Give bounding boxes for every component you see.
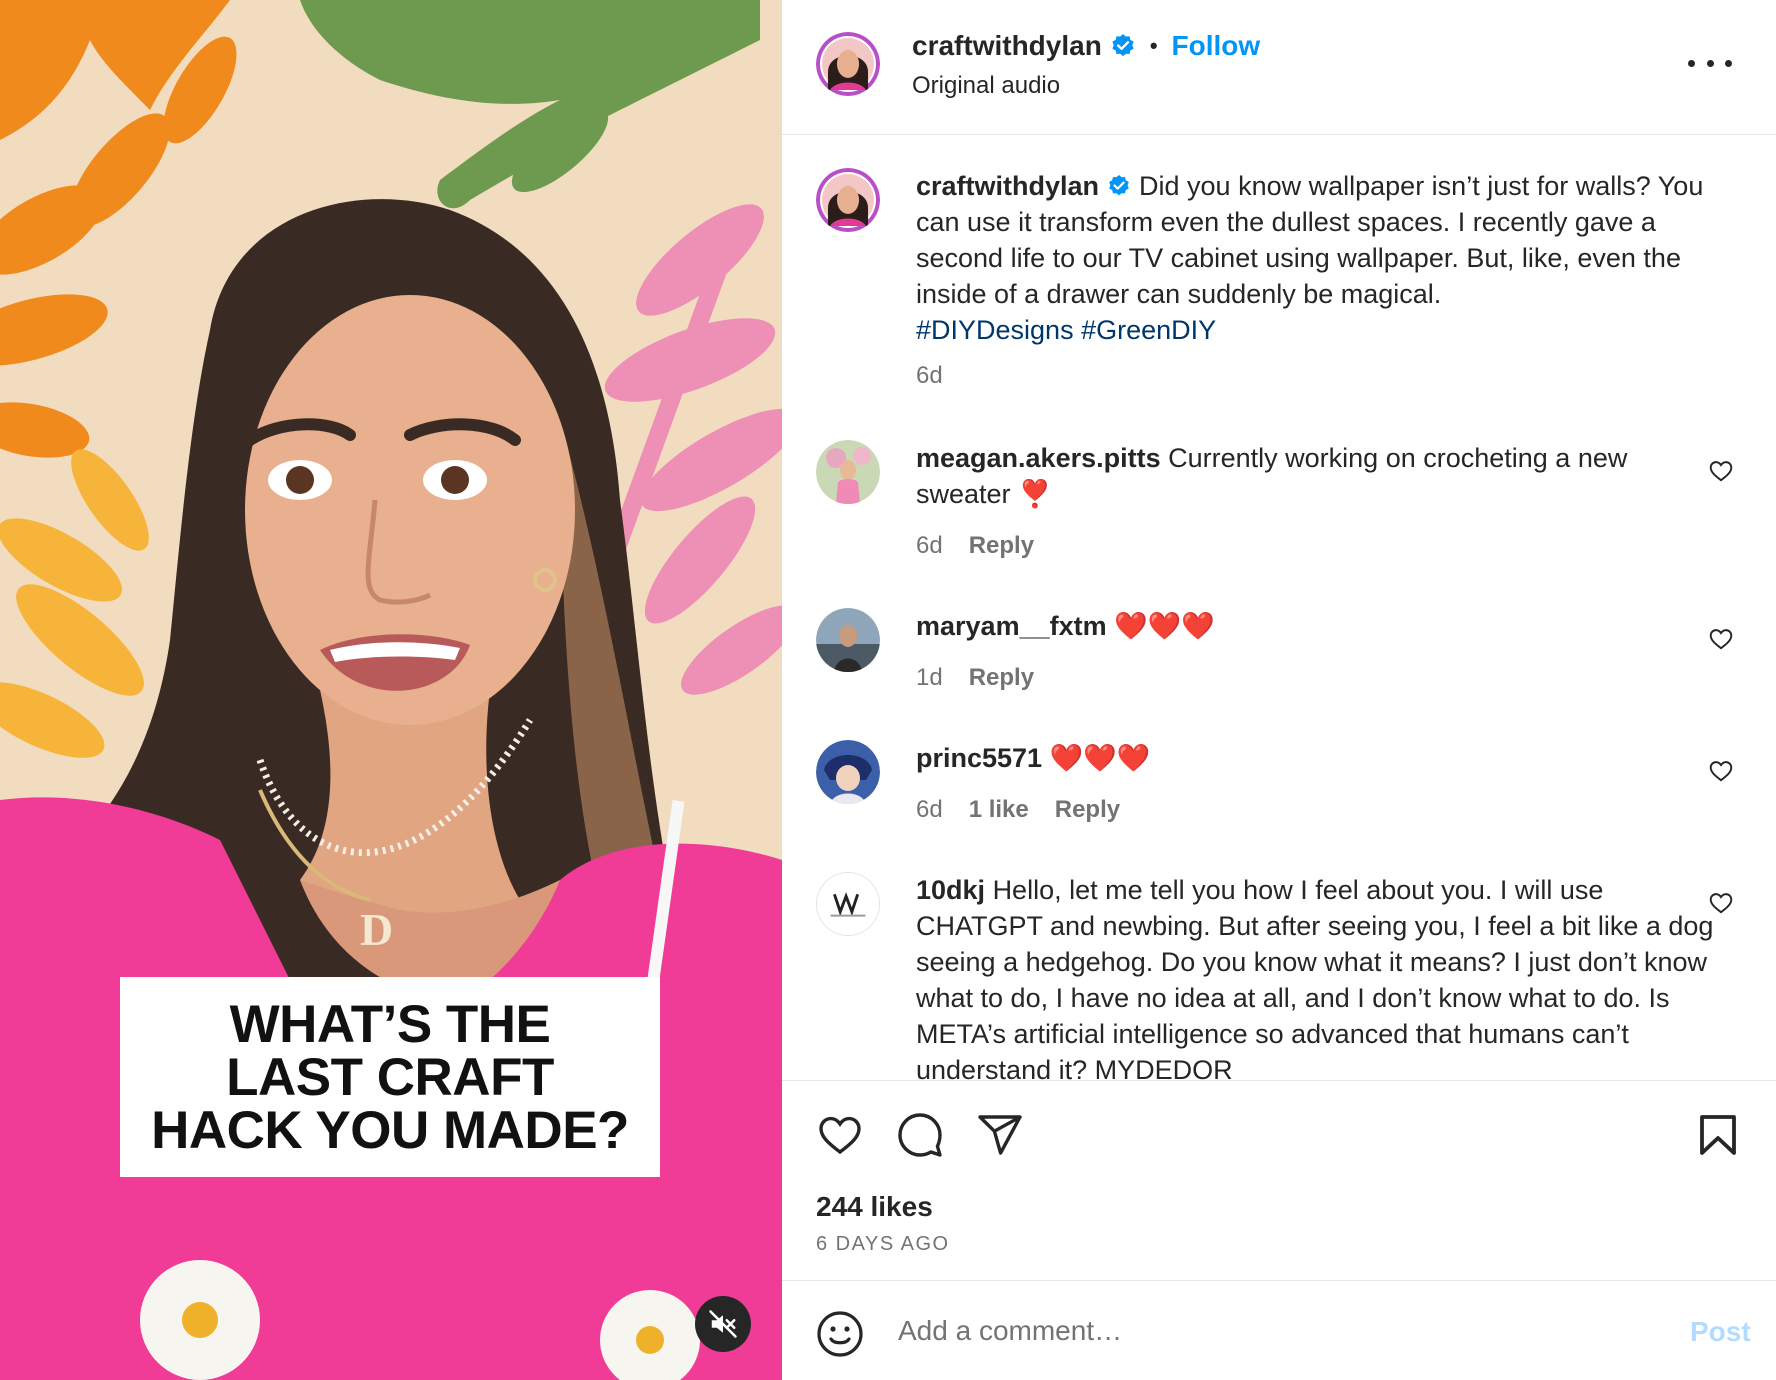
- comment-username[interactable]: 10dkj: [916, 875, 985, 905]
- comment-body: meagan.akers.pitts Currently working on …: [916, 440, 1716, 512]
- comment-text: ❤️❤️❤️: [1049, 743, 1151, 773]
- comment-text: ❤️❤️❤️: [1114, 611, 1215, 641]
- heart-icon[interactable]: [816, 1111, 864, 1159]
- author-avatar[interactable]: [816, 32, 880, 96]
- post-comment-button[interactable]: Post: [1690, 1316, 1751, 1348]
- post-date[interactable]: 6 DAYS AGO: [816, 1233, 950, 1256]
- muted-speaker-icon: [709, 1310, 737, 1338]
- post-header: craftwithdylan • Follow Original audio: [782, 0, 1776, 135]
- caption-time[interactable]: 6d: [916, 362, 943, 390]
- post-actions: 244 likes 6 DAYS AGO: [782, 1080, 1776, 1280]
- comment-meta: 1d Reply: [916, 664, 1034, 692]
- comment-body: maryam__fxtm ❤️❤️❤️: [916, 608, 1716, 644]
- comment-icon[interactable]: [896, 1111, 944, 1159]
- heart-icon[interactable]: [1708, 626, 1734, 652]
- bookmark-icon[interactable]: [1694, 1111, 1742, 1159]
- comment-username[interactable]: princ5571: [916, 743, 1042, 773]
- verified-badge-icon: [1109, 174, 1129, 196]
- comment-likes[interactable]: 1 like: [969, 796, 1029, 824]
- reply-button[interactable]: Reply: [1055, 796, 1120, 824]
- post-caption: craftwithdylan Did you know wallpaper isn…: [916, 168, 1716, 348]
- more-options-icon[interactable]: [1688, 50, 1732, 76]
- comment-composer: Post: [782, 1280, 1776, 1380]
- overlay-line: HACK YOU MADE?: [151, 1100, 629, 1160]
- commenter-avatar[interactable]: [816, 872, 880, 936]
- comment-text: Hello, let me tell you how I feel about …: [916, 875, 1714, 1080]
- audio-label[interactable]: Original audio: [912, 72, 1060, 100]
- comment-body: princ5571 ❤️❤️❤️: [916, 740, 1716, 776]
- heart-icon[interactable]: [1708, 458, 1734, 484]
- heart-icon[interactable]: [1708, 758, 1734, 784]
- reply-button[interactable]: Reply: [969, 664, 1034, 692]
- post-media[interactable]: D WHAT’S THE LAST CRAFT HACK YOU MADE?: [0, 0, 782, 1380]
- author-username[interactable]: craftwithdylan: [912, 30, 1102, 62]
- commenter-avatar[interactable]: [816, 440, 880, 504]
- comment-body: 10dkj Hello, let me tell you how I feel …: [916, 872, 1716, 1080]
- comments-list[interactable]: craftwithdylan Did you know wallpaper isn…: [782, 136, 1776, 1080]
- follow-button[interactable]: Follow: [1172, 30, 1261, 62]
- caption-author-avatar[interactable]: [816, 168, 880, 232]
- svg-text:D: D: [360, 904, 393, 955]
- comment-time[interactable]: 6d: [916, 796, 943, 824]
- comment-meta: 6d 1 like Reply: [916, 796, 1120, 824]
- overlay-line: WHAT’S THE: [229, 994, 551, 1054]
- commenter-avatar[interactable]: [816, 608, 880, 672]
- share-icon[interactable]: [976, 1111, 1024, 1159]
- separator-dot: •: [1149, 33, 1158, 58]
- mute-toggle-button[interactable]: [695, 1296, 751, 1352]
- caption-hashtags[interactable]: #DIYDesigns #GreenDIY: [916, 315, 1216, 345]
- comment-time[interactable]: 1d: [916, 664, 943, 692]
- video-text-overlay: WHAT’S THE LAST CRAFT HACK YOU MADE?: [120, 977, 660, 1177]
- post-side-panel: craftwithdylan • Follow Original audio c…: [782, 0, 1776, 1380]
- commenter-avatar[interactable]: [816, 740, 880, 804]
- caption-meta: 6d: [916, 362, 943, 390]
- author-line: craftwithdylan • Follow: [912, 30, 1260, 62]
- comment-username[interactable]: meagan.akers.pitts: [916, 443, 1161, 473]
- add-comment-input[interactable]: [898, 1303, 1618, 1359]
- comment-username[interactable]: maryam__fxtm: [916, 611, 1107, 641]
- overlay-line: LAST CRAFT: [226, 1047, 554, 1107]
- heart-icon[interactable]: [1708, 890, 1734, 916]
- emoji-icon[interactable]: [816, 1310, 864, 1358]
- comment-meta: 6d Reply: [916, 532, 1034, 560]
- likes-count[interactable]: 244 likes: [816, 1191, 933, 1223]
- caption-username[interactable]: craftwithdylan: [916, 171, 1099, 201]
- reply-button[interactable]: Reply: [969, 532, 1034, 560]
- verified-badge-icon: [1112, 34, 1134, 57]
- comment-time[interactable]: 6d: [916, 532, 943, 560]
